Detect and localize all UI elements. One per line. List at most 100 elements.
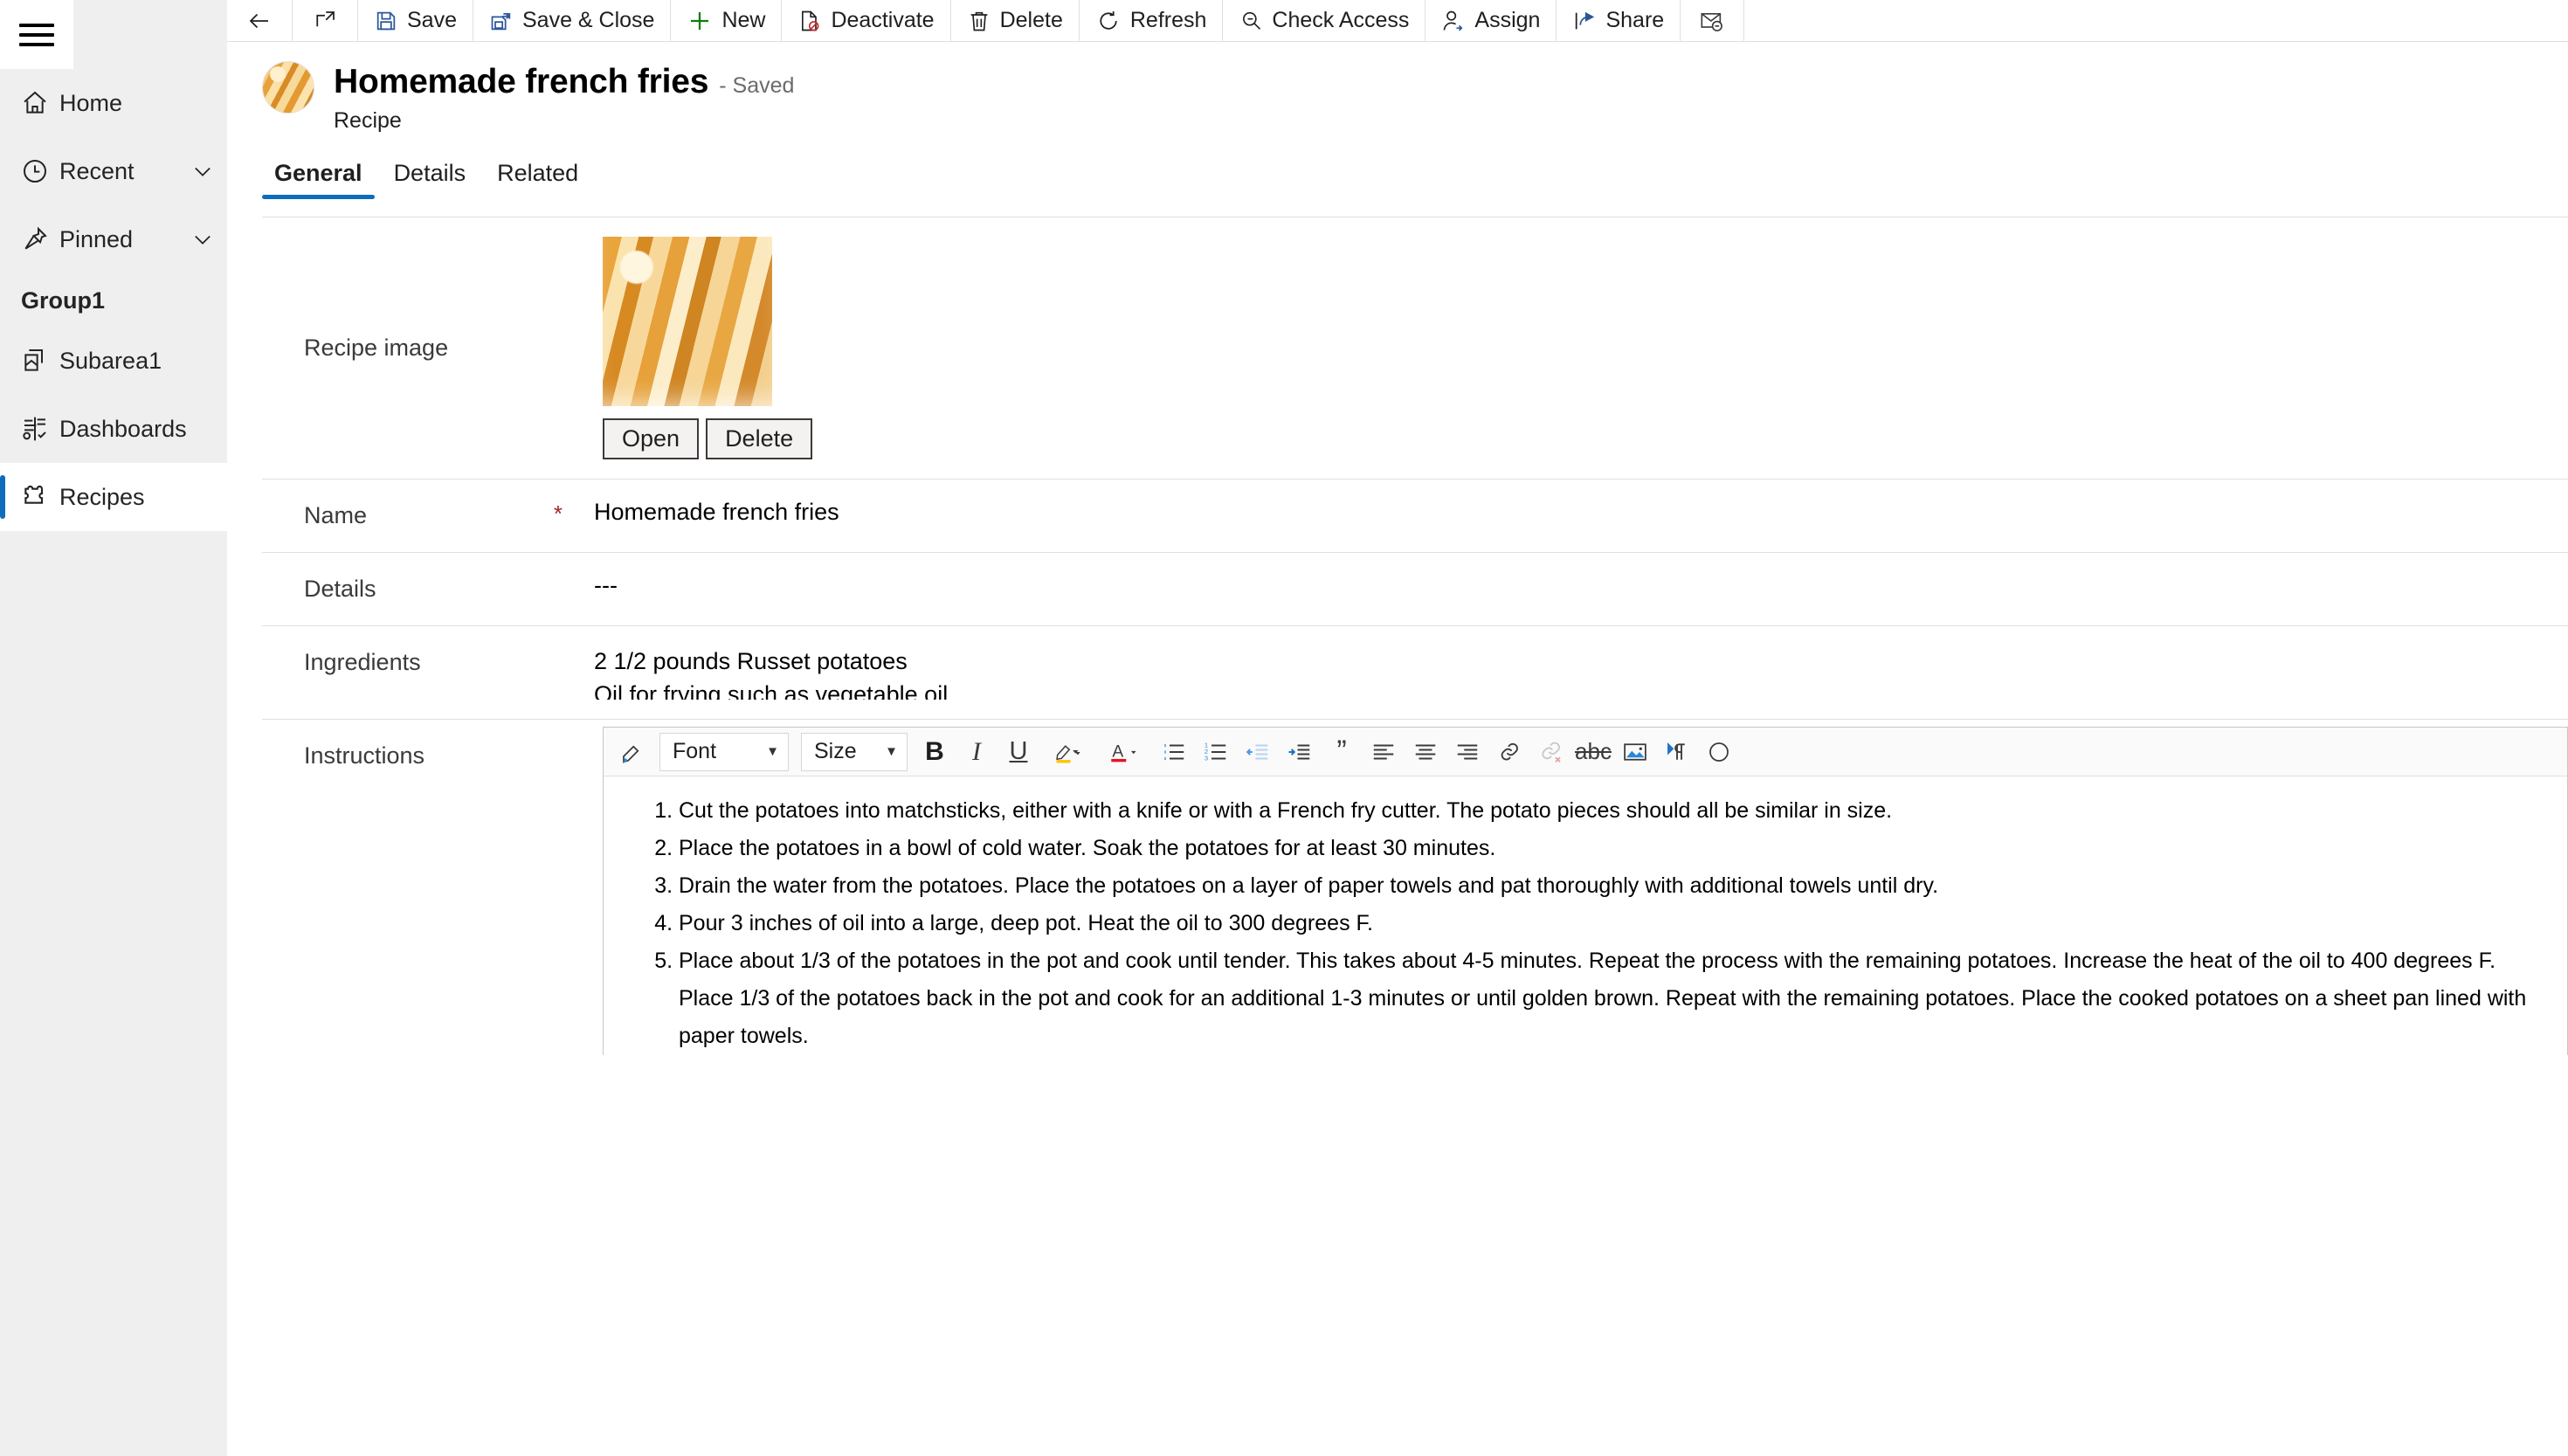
app-root: Home Recent Pinned Group1 Subarea1 Dashb…: [0, 0, 2568, 1456]
details-input[interactable]: ---: [594, 553, 2568, 625]
delete-image-button[interactable]: Delete: [706, 418, 813, 459]
link-icon[interactable]: [1489, 732, 1529, 772]
record-titles: Homemade french fries - Saved Recipe: [334, 61, 794, 134]
align-center-icon[interactable]: [1405, 732, 1446, 772]
field-label-text: Instructions: [304, 742, 425, 769]
instructions-editor-content[interactable]: Cut the potatoes into matchsticks, eithe…: [604, 776, 2567, 1055]
tab-general[interactable]: General: [262, 155, 375, 199]
underline-button[interactable]: U: [998, 732, 1039, 772]
bold-label: B: [925, 736, 944, 766]
page-title: Homemade french fries: [334, 63, 709, 100]
rich-text-editor: Font ▼ Size ▼ B I U A 1 2 3 ” abc 1. Cut…: [603, 727, 2568, 1055]
list-item: Place the potatoes in a bowl of cold wat…: [679, 830, 2567, 867]
chevron-down-icon[interactable]: [178, 159, 227, 183]
back-button[interactable]: [227, 0, 293, 41]
field-label-text: Name: [304, 502, 368, 528]
strikethrough-icon[interactable]: abc: [1573, 732, 1613, 772]
decrease-indent-icon[interactable]: [1238, 732, 1278, 772]
avatar: [262, 61, 314, 114]
increase-indent-icon[interactable]: [1280, 732, 1320, 772]
chevron-down-icon: ▼: [885, 744, 898, 759]
sidebar-item-recent[interactable]: Recent: [0, 137, 227, 205]
sidebar-item-recipes[interactable]: Recipes: [0, 463, 227, 531]
command-label: Assign: [1474, 8, 1541, 32]
align-left-icon[interactable]: [1363, 732, 1404, 772]
ingredients-input[interactable]: 2 1/2 pounds Russet potatoes Oil for fry…: [594, 626, 2568, 719]
sidebar-item-label: Pinned: [59, 225, 134, 252]
command-label: Share: [1605, 8, 1665, 32]
sidebar-item-label: Recipes: [59, 483, 145, 510]
field-label-details: Details: [262, 553, 594, 625]
field-row-instructions: Instructions Font ▼ Size ▼ B I U A 1 2 3…: [262, 720, 2568, 1074]
sidebar-item-dashboards[interactable]: Dashboards: [0, 395, 227, 463]
quote-icon[interactable]: ”: [1322, 732, 1362, 772]
form-container: Recipe image Open Delete Name * Homemade…: [262, 217, 2568, 1456]
list-item: Place about 1/3 of the potatoes in the p…: [679, 942, 2567, 1055]
clock-icon: [10, 157, 59, 185]
highlight-icon[interactable]: [1040, 732, 1094, 772]
site-map-toggle-button[interactable]: [0, 0, 73, 69]
hamburger-icon: [19, 23, 54, 46]
font-size-select[interactable]: Size ▼: [801, 732, 908, 771]
ingredient-line: Oil for frying such as vegetable oil: [594, 680, 949, 700]
main-content: Save Save & Close New Deactivate Delete …: [227, 0, 2568, 1456]
deactivate-button[interactable]: Deactivate: [782, 0, 951, 41]
new-button[interactable]: New: [671, 0, 783, 41]
list-item: Cut the potatoes into matchsticks, eithe…: [679, 792, 2567, 830]
instructions-list: Cut the potatoes into matchsticks, eithe…: [679, 792, 2567, 1055]
font-color-icon[interactable]: A: [1096, 732, 1152, 772]
align-right-icon[interactable]: [1447, 732, 1488, 772]
svg-text:A: A: [1112, 742, 1123, 761]
unlink-icon[interactable]: [1531, 732, 1571, 772]
sidebar-item-subarea1[interactable]: Subarea1: [0, 327, 227, 395]
refresh-button[interactable]: Refresh: [1080, 0, 1224, 41]
sidebar-item-pinned[interactable]: Pinned: [0, 205, 227, 273]
image-action-buttons: Open Delete: [603, 418, 2568, 459]
check-access-button[interactable]: Check Access: [1223, 0, 1426, 41]
tab-details[interactable]: Details: [382, 155, 479, 199]
field-row-ingredients: Ingredients 2 1/2 pounds Russet potatoes…: [262, 626, 2568, 720]
share-button[interactable]: Share: [1557, 0, 1681, 41]
italic-label: I: [972, 736, 981, 766]
field-label-text: Recipe image: [304, 335, 449, 361]
image-icon[interactable]: [1615, 732, 1655, 772]
command-label: Delete: [999, 8, 1063, 32]
svg-text:3: 3: [1205, 754, 1208, 762]
tab-related[interactable]: Related: [485, 155, 590, 199]
sidebar-item-home[interactable]: Home: [0, 69, 227, 137]
pin-icon: [10, 225, 59, 253]
recipe-image-thumbnail[interactable]: [603, 237, 772, 406]
italic-button[interactable]: I: [956, 732, 997, 772]
font-family-select[interactable]: Font ▼: [659, 732, 789, 771]
puzzle-icon: [10, 483, 59, 511]
chevron-down-icon[interactable]: [178, 227, 227, 252]
delete-button[interactable]: Delete: [951, 0, 1080, 41]
assign-button[interactable]: Assign: [1426, 0, 1557, 41]
editor-toolbar: Font ▼ Size ▼ B I U A 1 2 3 ” abc: [604, 728, 2567, 776]
command-label: Check Access: [1272, 8, 1410, 32]
more-commands-icon[interactable]: [1699, 732, 1739, 772]
field-label-name: Name *: [262, 480, 594, 552]
sidebar-item-label: Home: [59, 89, 123, 116]
numbered-list-icon[interactable]: 1 2 3: [1196, 732, 1236, 772]
bullet-list-icon[interactable]: [1154, 732, 1194, 772]
required-indicator: *: [553, 500, 563, 527]
list-item: Drain the water from the potatoes. Place…: [679, 867, 2567, 905]
save-button[interactable]: Save: [358, 0, 473, 41]
sidebar-group-header: Group1: [21, 287, 106, 314]
field-label-instructions: Instructions: [262, 720, 594, 1074]
save-and-close-button[interactable]: Save & Close: [473, 0, 672, 41]
field-value-recipe-image: Open Delete: [594, 217, 2568, 479]
field-value-instructions: Font ▼ Size ▼ B I U A 1 2 3 ” abc 1. Cut…: [594, 720, 2568, 1074]
name-input[interactable]: Homemade french fries: [594, 480, 2568, 552]
field-row-details: Details ---: [262, 553, 2568, 626]
open-in-new-window-button[interactable]: [293, 0, 358, 41]
rtl-paragraph-icon[interactable]: [1657, 732, 1697, 772]
email-link-button[interactable]: [1681, 0, 1745, 41]
open-image-button[interactable]: Open: [603, 418, 700, 459]
bold-button[interactable]: B: [915, 732, 955, 772]
command-label: Save: [407, 8, 457, 32]
format-painter-icon[interactable]: [612, 732, 652, 772]
sidebar-item-label: Subarea1: [59, 347, 162, 374]
font-family-value: Font: [673, 739, 717, 763]
